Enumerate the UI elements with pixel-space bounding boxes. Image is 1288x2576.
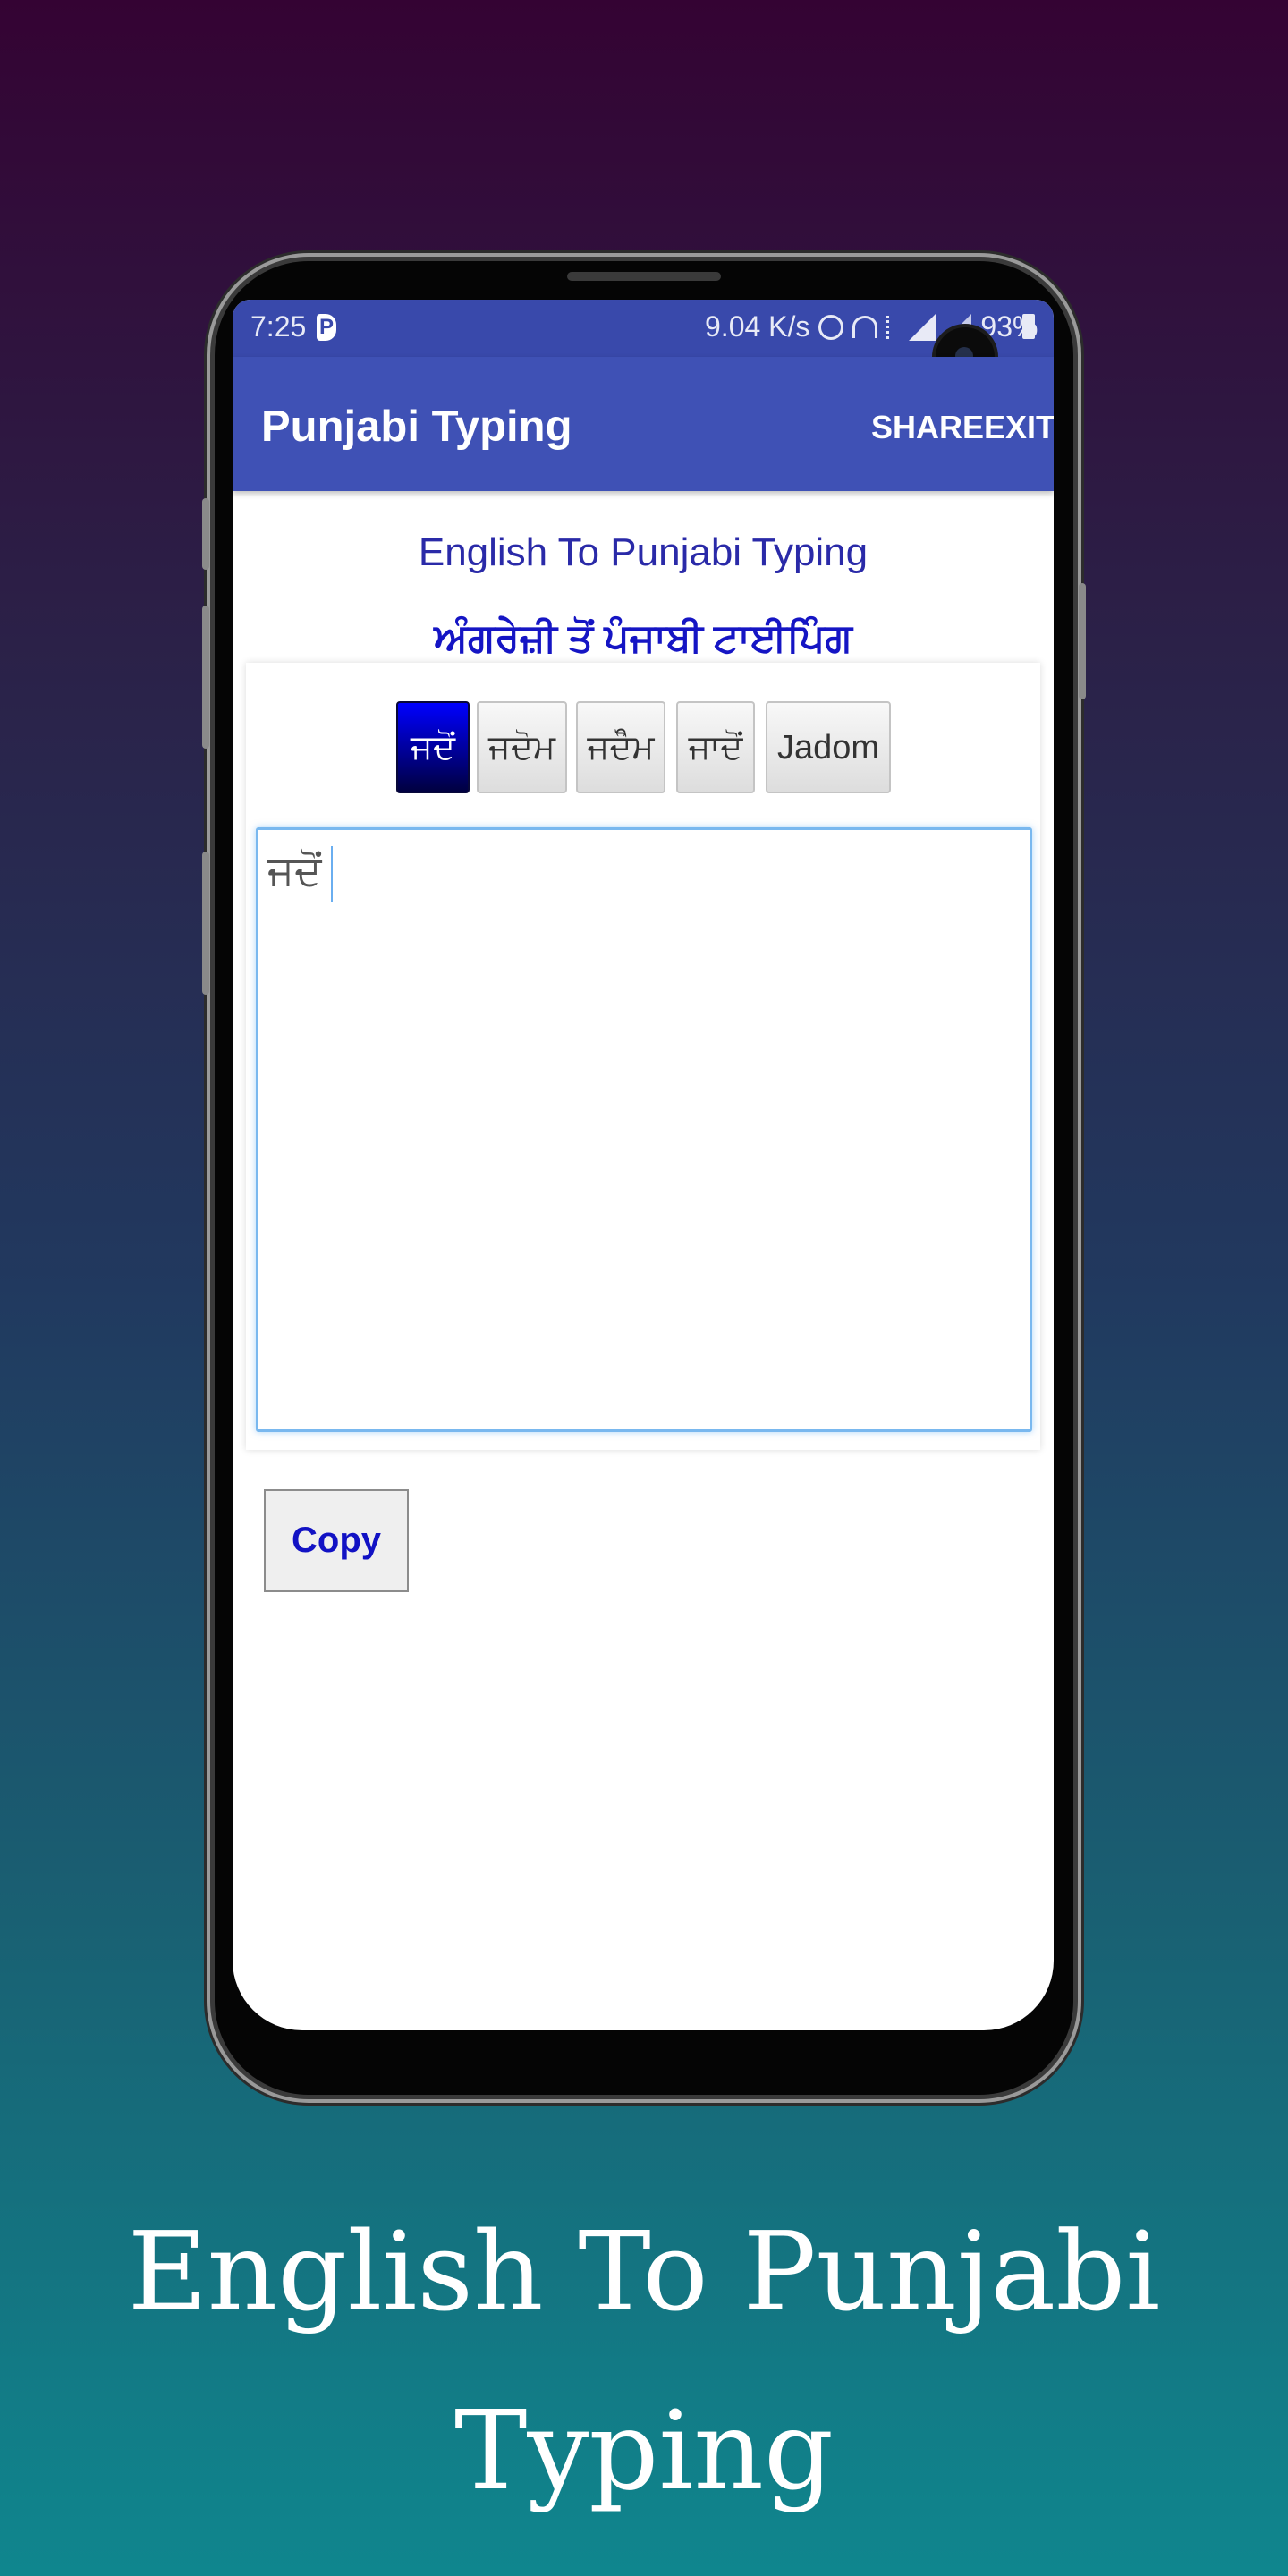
battery-icon (1022, 314, 1035, 339)
exit-button[interactable]: EXIT (984, 409, 1054, 446)
suggestion-button[interactable]: ਜਦੋੰਮ (576, 701, 665, 793)
hotspot-icon (852, 316, 878, 338)
app-bar: Punjabi Typing SHARE EXIT (233, 357, 1054, 491)
app-notification-icon: P (317, 314, 336, 341)
text-caret (330, 846, 333, 902)
suggestion-button[interactable]: ਜਦੋਮ (477, 701, 567, 793)
status-time: 7:25 (250, 310, 307, 343)
suggestion-button[interactable]: ਜਦੋਂ (396, 701, 470, 793)
network-speed: 9.04 K/s (705, 310, 810, 343)
page-heading-english: English To Punjabi Typing (418, 530, 869, 574)
alarm-icon (818, 314, 844, 340)
punjabi-text-area[interactable]: ਜਦੋਂ (256, 827, 1032, 1432)
phone-power-button (1079, 583, 1086, 699)
typing-panel: ਜਦੋਂ ਜਦੋਮ ਜਦੋੰਮ ਜਾਦੋਂ Jadom ਜਦੋਂ (246, 663, 1040, 1450)
signal-icon (909, 313, 936, 341)
phone-volume-down-button (202, 852, 209, 995)
caption-line: Typing (453, 2387, 835, 2514)
app-title: Punjabi Typing (261, 402, 572, 451)
copy-button[interactable]: Copy (264, 1489, 409, 1592)
data-icon (886, 315, 900, 339)
phone-frame: 7:25 P 9.04 K/s 93% Punjabi Typing SHARE… (202, 261, 1086, 2095)
phone-earpiece (567, 272, 721, 281)
phone-volume-up-button (202, 606, 209, 749)
suggestion-button[interactable]: ਜਾਦੋਂ (676, 701, 755, 793)
phone-screen: 7:25 P 9.04 K/s 93% Punjabi Typing SHARE… (233, 300, 1054, 2030)
caption-line: English To Punjabi (127, 2208, 1161, 2335)
share-button[interactable]: SHARE (871, 409, 984, 446)
page-heading-punjabi: ਅੰਗਰੇਜ਼ੀ ਤੋਂ ਪੰਜਾਬੀ ਟਾਈਪਿੰਗ (434, 616, 852, 660)
promo-caption: English To Punjabi Typing (0, 2182, 1288, 2540)
typed-text: ਜਦੋਂ (267, 847, 322, 894)
status-bar: 7:25 P 9.04 K/s 93% (233, 300, 1054, 357)
suggestion-button[interactable]: Jadom (766, 701, 891, 793)
phone-side-button (202, 498, 209, 570)
